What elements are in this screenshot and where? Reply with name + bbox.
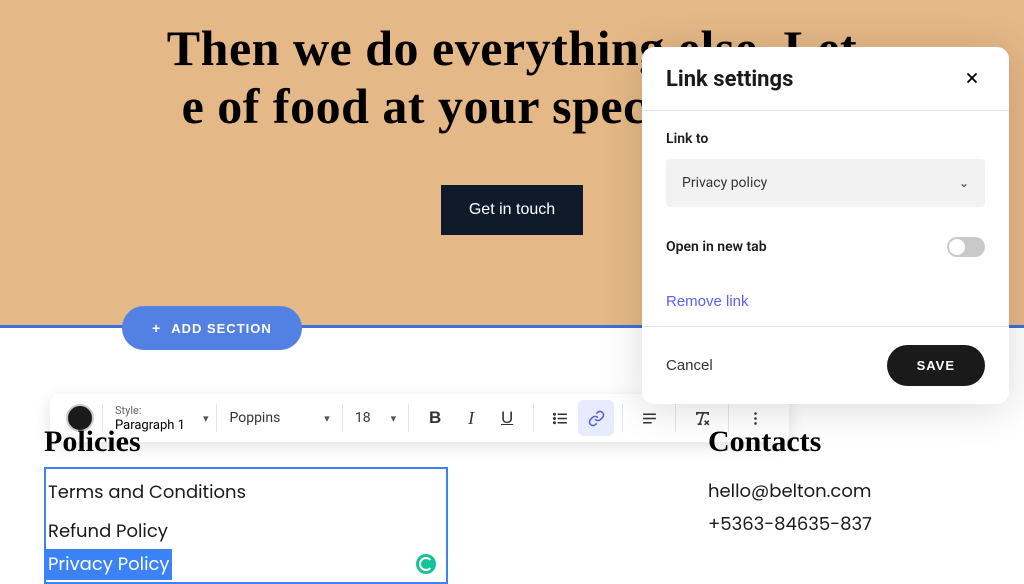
chevron-down-icon: ▾ <box>324 412 330 425</box>
toggle-knob <box>949 239 965 255</box>
plus-icon: + <box>152 320 161 336</box>
font-family-select[interactable]: Poppins ▾ <box>225 410 333 426</box>
font-size-select[interactable]: 18 ▾ <box>351 410 400 426</box>
link-to-dropdown[interactable]: Privacy policy ⌄ <box>666 159 985 207</box>
remove-link-button[interactable]: Remove link <box>666 293 749 310</box>
open-new-tab-toggle[interactable] <box>947 237 985 257</box>
policies-column: Policies Terms and Conditions Refund Pol… <box>44 425 448 584</box>
list-item[interactable]: Terms and Conditions <box>46 473 446 512</box>
policies-heading: Policies <box>44 425 448 459</box>
style-label: Style: <box>115 404 185 417</box>
link-to-label: Link to <box>666 131 985 147</box>
link-settings-popup: Link settings Link to Privacy policy ⌄ O… <box>642 47 1009 404</box>
list-item[interactable]: Refund Policy <box>46 512 446 551</box>
save-button[interactable]: SAVE <box>887 345 985 386</box>
open-new-tab-label: Open in new tab <box>666 239 767 255</box>
cancel-button[interactable]: Cancel <box>666 357 713 374</box>
get-in-touch-button[interactable]: Get in touch <box>441 185 583 235</box>
contacts-heading: Contacts <box>708 425 872 459</box>
chevron-down-icon: ⌄ <box>959 176 969 190</box>
contact-phone: +5363-84635-837 <box>708 508 872 541</box>
add-section-button[interactable]: + ADD SECTION <box>122 306 302 350</box>
popup-title: Link settings <box>666 67 793 92</box>
close-button[interactable] <box>959 65 985 94</box>
link-to-value: Privacy policy <box>682 175 767 191</box>
grammarly-icon[interactable] <box>414 552 438 576</box>
chevron-down-icon: ▾ <box>391 412 397 425</box>
policies-edit-box[interactable]: Terms and Conditions Refund Policy Priva… <box>44 467 448 584</box>
contact-email: hello@belton.com <box>708 475 872 508</box>
add-section-label: ADD SECTION <box>171 321 272 336</box>
chevron-down-icon: ▾ <box>203 412 209 425</box>
list-item-selected[interactable]: Privacy Policy <box>46 549 172 580</box>
contacts-column: Contacts hello@belton.com +5363-84635-83… <box>708 425 872 584</box>
